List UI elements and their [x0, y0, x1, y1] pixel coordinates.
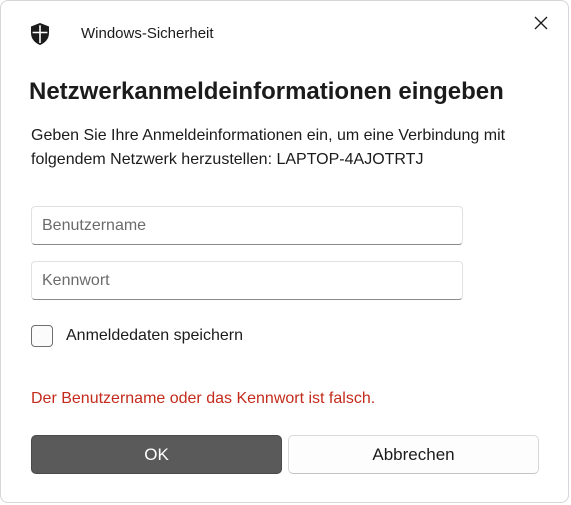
ok-button[interactable]: OK	[31, 435, 282, 474]
remember-checkbox[interactable]	[31, 325, 53, 347]
close-icon	[534, 16, 548, 35]
shield-icon	[29, 22, 51, 46]
password-input[interactable]	[31, 261, 463, 300]
close-button[interactable]	[525, 9, 557, 41]
remember-credentials-option[interactable]: Anmeldedaten speichern	[31, 323, 243, 349]
dialog-heading: Netzwerkanmeldeinformationen eingeben	[29, 78, 504, 105]
username-input[interactable]	[31, 206, 463, 245]
error-message: Der Benutzername oder das Kennwort ist f…	[31, 390, 376, 407]
credential-dialog: Windows-Sicherheit Netzwerkanmeldeinform…	[0, 0, 569, 503]
dialog-description: Geben Sie Ihre Anmeldeinformationen ein,…	[31, 127, 506, 168]
app-title: Windows-Sicherheit	[81, 25, 214, 42]
cancel-button[interactable]: Abbrechen	[288, 435, 539, 474]
remember-checkbox-label: Anmeldedaten speichern	[66, 327, 244, 344]
